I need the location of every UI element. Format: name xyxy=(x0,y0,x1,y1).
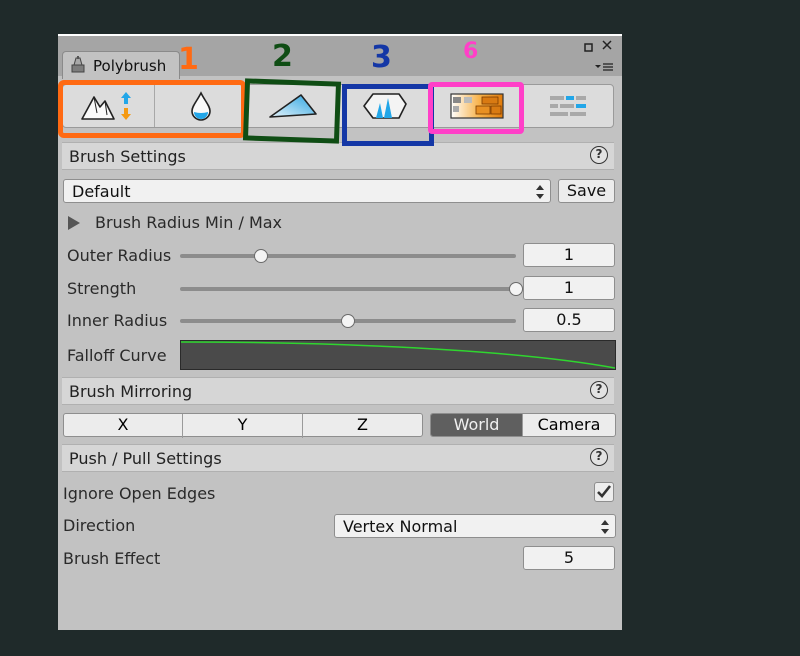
falloff-curve-graph xyxy=(181,341,615,369)
help-icon[interactable]: ? xyxy=(590,448,608,466)
settings-mode-button[interactable] xyxy=(523,85,613,127)
annotation-box-2 xyxy=(242,78,342,144)
lock-icon[interactable] xyxy=(584,42,593,54)
close-icon[interactable] xyxy=(601,39,613,53)
window-tab-strip: Polybrush xyxy=(58,34,622,79)
mirror-x-button[interactable]: X xyxy=(64,414,183,438)
polybrush-tab[interactable]: Polybrush xyxy=(62,51,180,79)
brush-mirroring-header[interactable]: Brush Mirroring ? xyxy=(62,377,614,405)
ignore-open-edges-label: Ignore Open Edges xyxy=(63,484,216,503)
brush-effect-field[interactable]: 5 xyxy=(523,546,615,570)
dropdown-arrows-icon xyxy=(601,520,609,534)
menu-icon[interactable] xyxy=(595,62,613,74)
brush-preset-dropdown[interactable]: Default xyxy=(63,179,551,203)
annotation-box-3 xyxy=(342,84,434,146)
checkmark-icon xyxy=(597,485,612,498)
annotation-number-2: 2 xyxy=(272,39,293,74)
push-pull-header[interactable]: Push / Pull Settings ? xyxy=(62,444,614,472)
annotation-number-1: 1 xyxy=(178,42,199,77)
tab-title: Polybrush xyxy=(93,57,167,75)
help-icon[interactable]: ? xyxy=(590,146,608,164)
brush-effect-label: Brush Effect xyxy=(63,549,161,568)
direction-label: Direction xyxy=(63,516,136,535)
direction-dropdown[interactable]: Vertex Normal xyxy=(334,514,616,538)
strength-slider-thumb[interactable] xyxy=(509,282,523,296)
dropdown-arrows-icon xyxy=(536,185,544,199)
mirror-y-button[interactable]: Y xyxy=(183,414,303,438)
falloff-curve-field[interactable] xyxy=(180,340,616,370)
brush-radius-minmax-foldout[interactable]: Brush Radius Min / Max xyxy=(68,213,368,235)
annotation-number-6: 6 xyxy=(463,39,479,64)
brush-settings-header[interactable]: Brush Settings ? xyxy=(62,142,614,170)
world-space-button[interactable]: World xyxy=(431,414,523,436)
foldout-arrow-icon xyxy=(68,216,80,230)
brush-mirroring-title: Brush Mirroring xyxy=(69,382,193,401)
list-settings-icon xyxy=(550,96,586,116)
help-icon[interactable]: ? xyxy=(590,381,608,399)
annotation-box-1 xyxy=(58,80,246,138)
brush-radius-minmax-label: Brush Radius Min / Max xyxy=(95,213,283,232)
push-pull-title: Push / Pull Settings xyxy=(69,449,222,468)
outer-radius-slider-thumb[interactable] xyxy=(253,249,268,263)
inner-radius-label: Inner Radius xyxy=(67,311,168,330)
brush-preset-value: Default xyxy=(72,182,131,201)
outer-radius-slider[interactable] xyxy=(180,254,516,258)
ignore-open-edges-checkbox[interactable] xyxy=(594,482,614,502)
save-button[interactable]: Save xyxy=(558,179,615,203)
annotation-number-3: 3 xyxy=(371,40,392,75)
inner-radius-slider-thumb[interactable] xyxy=(341,314,355,328)
direction-value: Vertex Normal xyxy=(343,517,458,536)
falloff-curve-label: Falloff Curve xyxy=(67,346,167,365)
annotation-box-6 xyxy=(428,82,524,134)
outer-radius-field[interactable]: 1 xyxy=(523,243,615,267)
mirror-space-group: World Camera xyxy=(430,413,616,437)
brush-settings-title: Brush Settings xyxy=(69,147,186,166)
mirror-axis-group: X Y Z xyxy=(63,413,423,438)
mirror-z-button[interactable]: Z xyxy=(303,414,422,438)
outer-radius-label: Outer Radius xyxy=(67,246,172,265)
strength-field[interactable]: 1 xyxy=(523,276,615,300)
inner-radius-field[interactable]: 0.5 xyxy=(523,308,615,332)
strength-label: Strength xyxy=(67,279,137,298)
strength-slider[interactable] xyxy=(180,287,516,291)
camera-space-button[interactable]: Camera xyxy=(523,414,615,436)
polybrush-icon xyxy=(71,56,85,73)
